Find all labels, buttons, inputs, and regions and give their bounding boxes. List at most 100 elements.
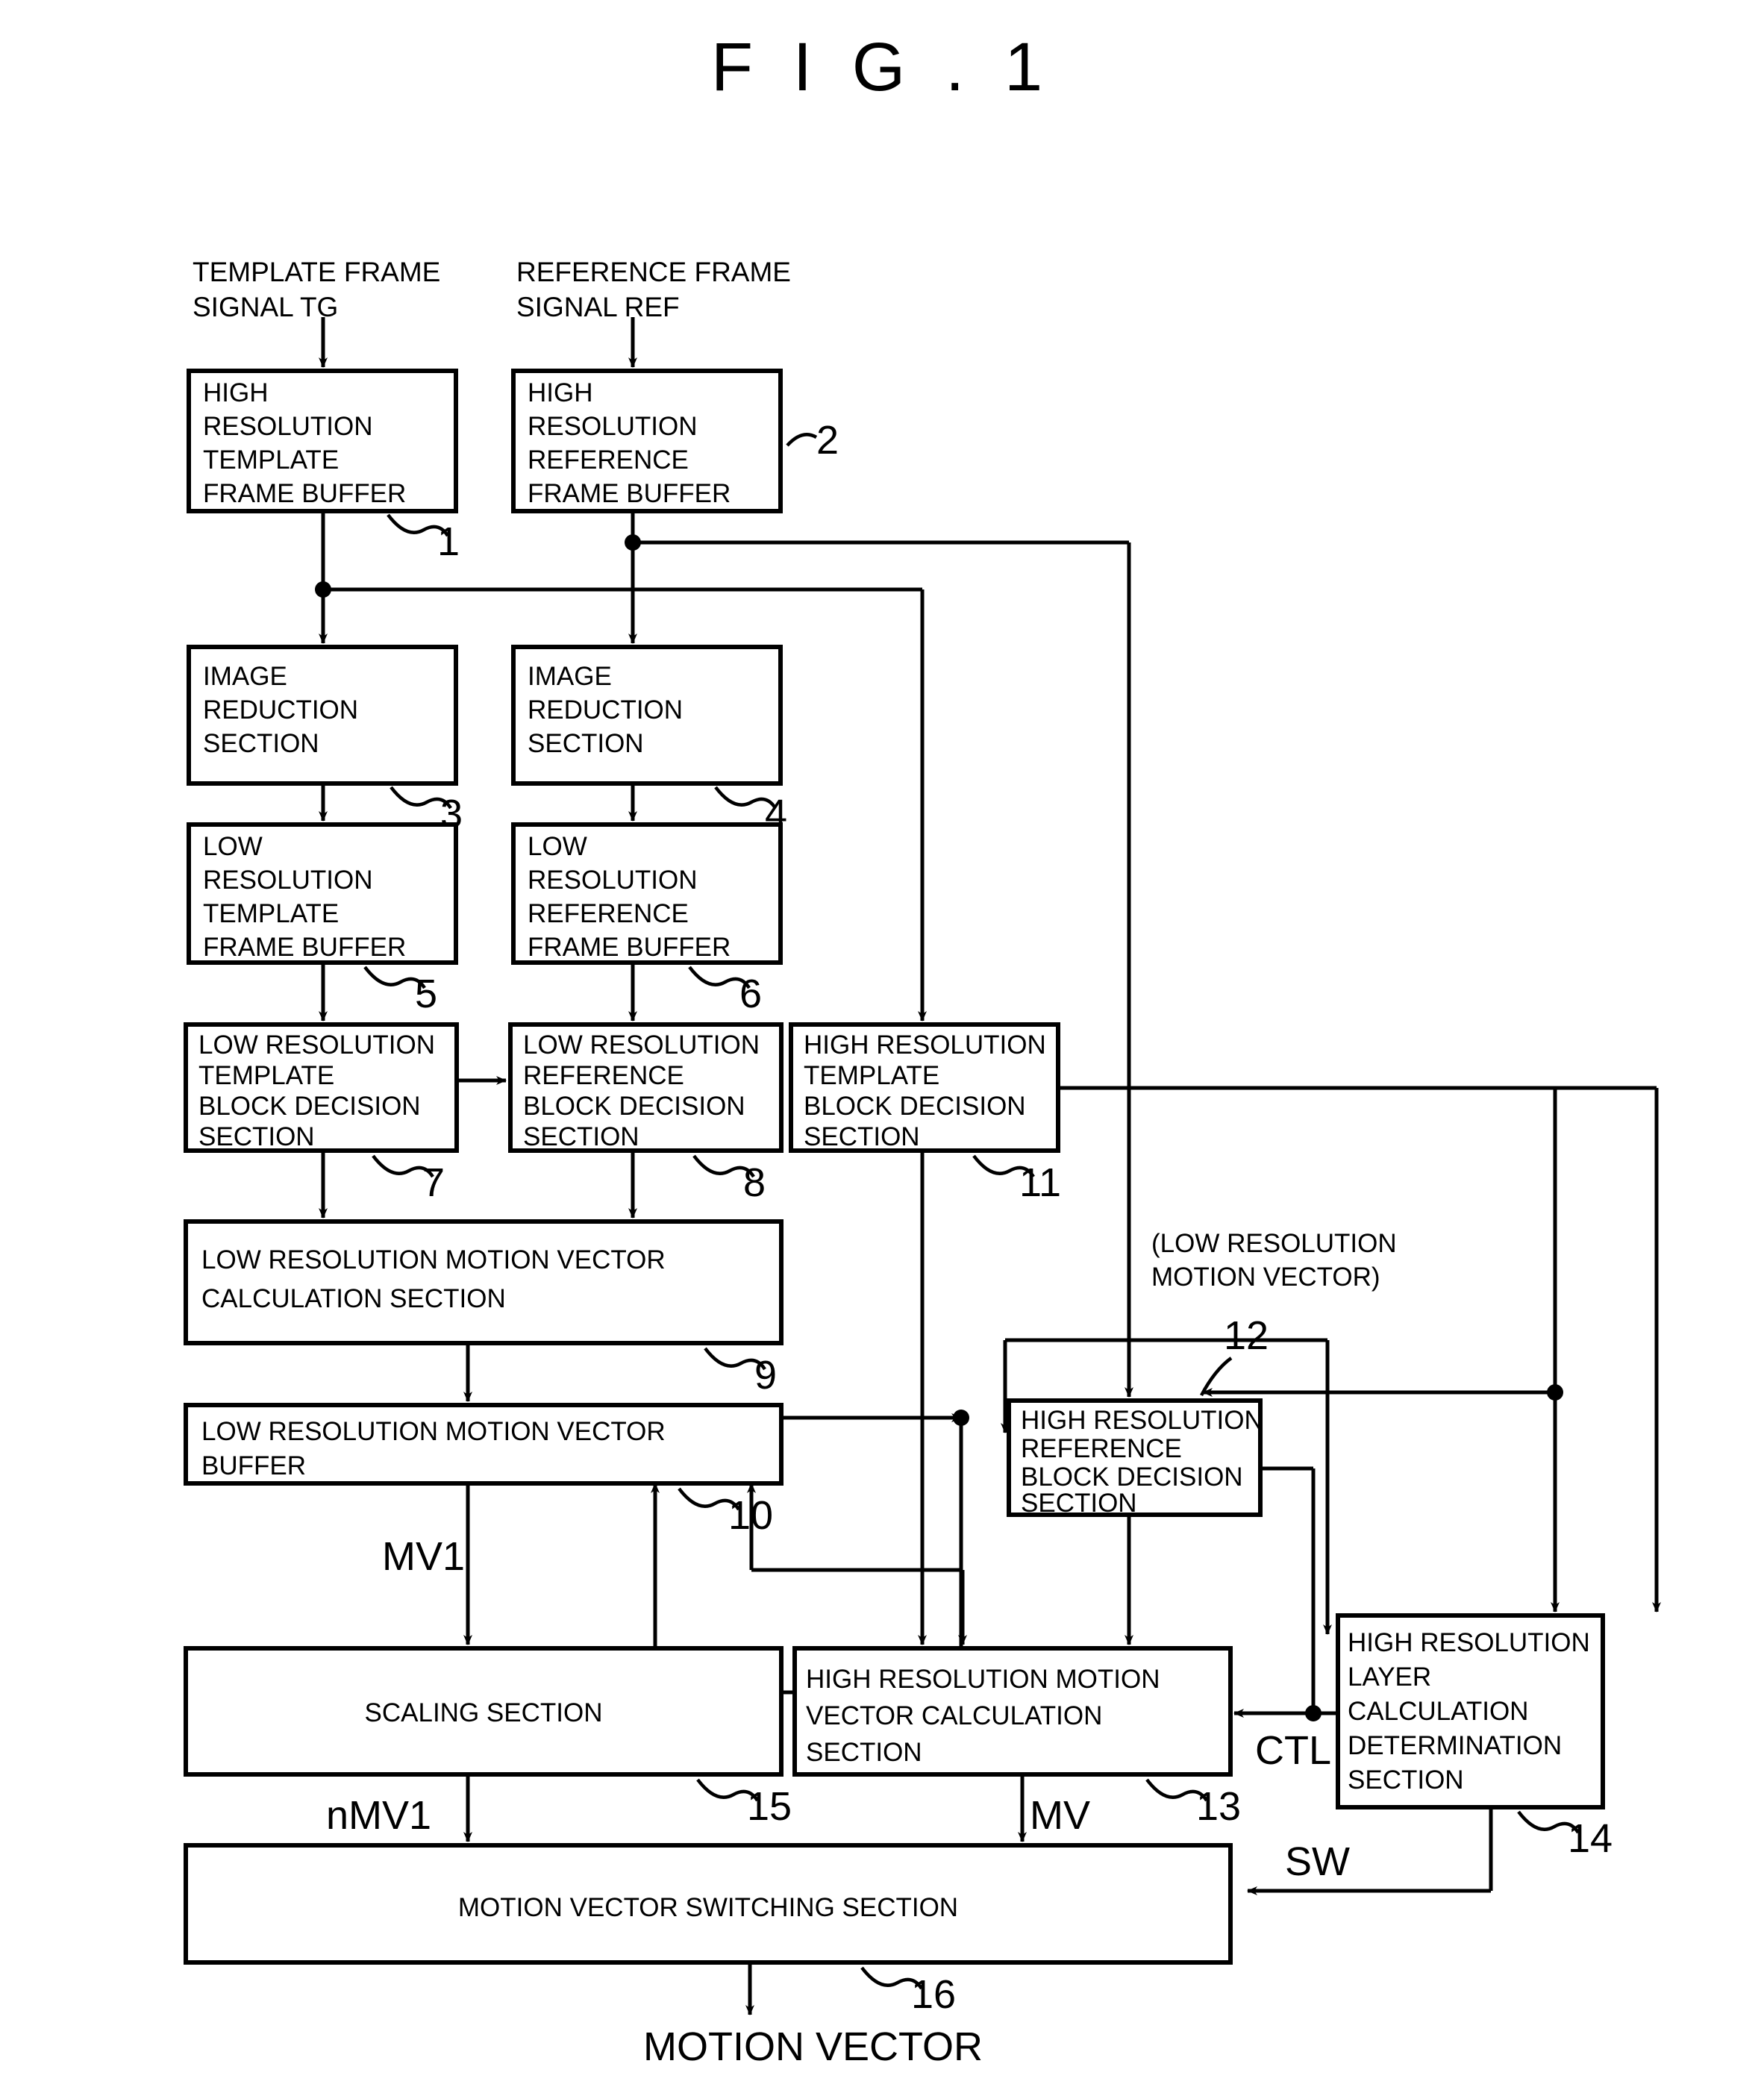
block-12-line-3: BLOCK DECISION bbox=[1021, 1463, 1243, 1492]
ref-number-15: 15 bbox=[696, 1778, 792, 1829]
input-label-tg-line1: TEMPLATE FRAME bbox=[193, 257, 440, 287]
ref-number-14-text: 14 bbox=[1568, 1816, 1613, 1861]
block-12-line-2: REFERENCE bbox=[1021, 1434, 1182, 1463]
block-1-line-2: RESOLUTION bbox=[203, 412, 373, 441]
ref-number-9-text: 9 bbox=[754, 1353, 777, 1398]
block-10-line-1: LOW RESOLUTION MOTION VECTOR bbox=[201, 1417, 666, 1446]
block-5-line-1: LOW bbox=[203, 832, 263, 861]
block-8-line-3: BLOCK DECISION bbox=[523, 1092, 745, 1121]
ref-number-1-text: 1 bbox=[437, 519, 460, 564]
block-low-resolution-motion-vector-calculation-section[interactable]: LOW RESOLUTION MOTION VECTOR CALCULATION… bbox=[184, 1219, 784, 1345]
block-low-resolution-reference-frame-buffer[interactable]: LOW RESOLUTION REFERENCE FRAME BUFFER bbox=[511, 822, 783, 965]
block-low-resolution-reference-block-decision-section[interactable]: LOW RESOLUTION REFERENCE BLOCK DECISION … bbox=[508, 1022, 784, 1153]
ref-number-15-text: 15 bbox=[747, 1784, 792, 1829]
ref-number-7-text: 7 bbox=[422, 1160, 445, 1205]
block-2-line-4: FRAME BUFFER bbox=[528, 479, 731, 508]
block-6-line-4: FRAME BUFFER bbox=[528, 933, 731, 962]
block-9-line-2: CALCULATION SECTION bbox=[201, 1284, 506, 1313]
block-low-resolution-template-frame-buffer[interactable]: LOW RESOLUTION TEMPLATE FRAME BUFFER bbox=[187, 822, 458, 965]
junction-dot-right-bus bbox=[1547, 1384, 1563, 1401]
ref-number-14: 14 bbox=[1517, 1810, 1613, 1861]
block-scaling-section[interactable]: SCALING SECTION bbox=[184, 1646, 784, 1777]
signal-label-ctl: CTL bbox=[1255, 1728, 1331, 1773]
ref-number-6: 6 bbox=[688, 966, 762, 1016]
ref-number-7: 7 bbox=[372, 1154, 445, 1205]
block-13-line-2: VECTOR CALCULATION bbox=[806, 1701, 1102, 1730]
signal-label-nmv1: nMV1 bbox=[326, 1793, 431, 1838]
block-6-line-1: LOW bbox=[528, 832, 587, 861]
ref-number-2-text: 2 bbox=[816, 418, 839, 463]
block-low-resolution-template-block-decision-section[interactable]: LOW RESOLUTION TEMPLATE BLOCK DECISION S… bbox=[184, 1022, 459, 1153]
block-7-line-1: LOW RESOLUTION bbox=[198, 1030, 435, 1060]
block-7-line-4: SECTION bbox=[198, 1122, 315, 1151]
block-12-line-4: SECTION bbox=[1021, 1489, 1137, 1518]
block-13-line-3: SECTION bbox=[806, 1738, 922, 1767]
block-14-line-1: HIGH RESOLUTION bbox=[1348, 1628, 1590, 1657]
block-2-line-3: REFERENCE bbox=[528, 445, 689, 475]
ref-number-10: 10 bbox=[678, 1487, 773, 1538]
ref-number-9: 9 bbox=[704, 1347, 777, 1398]
block-motion-vector-switching-section[interactable]: MOTION VECTOR SWITCHING SECTION bbox=[184, 1843, 1233, 1965]
signal-label-mv1: MV1 bbox=[382, 1534, 465, 1579]
block-3-line-2: REDUCTION bbox=[203, 695, 358, 725]
block-high-resolution-motion-vector-calculation-section[interactable]: HIGH RESOLUTION MOTION VECTOR CALCULATIO… bbox=[792, 1646, 1233, 1777]
block-8-line-1: LOW RESOLUTION bbox=[523, 1030, 760, 1060]
ref-number-6-text: 6 bbox=[739, 972, 762, 1016]
block-low-resolution-motion-vector-buffer[interactable]: LOW RESOLUTION MOTION VECTOR BUFFER bbox=[184, 1403, 784, 1486]
ref-number-12-text: 12 bbox=[1224, 1313, 1269, 1358]
block-6-line-2: RESOLUTION bbox=[528, 866, 698, 895]
ref-number-11-text: 11 bbox=[1019, 1160, 1061, 1205]
block-1-line-1: HIGH bbox=[203, 378, 269, 407]
ref-number-2: 2 bbox=[786, 418, 839, 463]
ref-number-5-text: 5 bbox=[415, 972, 437, 1016]
annotation-line-2: MOTION VECTOR) bbox=[1151, 1263, 1380, 1292]
block-4-line-1: IMAGE bbox=[528, 662, 612, 691]
junction-dot-b1 bbox=[315, 581, 331, 598]
block-2-line-2: RESOLUTION bbox=[528, 412, 698, 441]
signal-label-mv: MV bbox=[1030, 1793, 1090, 1838]
block-13-line-1: HIGH RESOLUTION MOTION bbox=[806, 1665, 1160, 1694]
block-11-line-2: TEMPLATE bbox=[804, 1061, 939, 1090]
block-14-line-2: LAYER bbox=[1348, 1662, 1431, 1692]
block-1-line-3: TEMPLATE bbox=[203, 445, 339, 475]
block-2-line-1: HIGH bbox=[528, 378, 593, 407]
block-5-line-2: RESOLUTION bbox=[203, 866, 373, 895]
input-label-tg-line2: SIGNAL TG bbox=[193, 292, 338, 322]
block-high-resolution-reference-frame-buffer[interactable]: HIGH RESOLUTION REFERENCE FRAME BUFFER bbox=[511, 369, 783, 513]
block-3-line-3: SECTION bbox=[203, 729, 319, 758]
block-high-resolution-reference-block-decision-section[interactable]: HIGH RESOLUTION REFERENCE BLOCK DECISION… bbox=[1007, 1398, 1263, 1518]
junction-dot-b2 bbox=[625, 534, 641, 551]
block-12-line-1: HIGH RESOLUTION bbox=[1021, 1406, 1263, 1435]
block-10-line-2: BUFFER bbox=[201, 1451, 306, 1480]
block-7-line-2: TEMPLATE bbox=[198, 1061, 334, 1090]
block-11-line-1: HIGH RESOLUTION bbox=[804, 1030, 1046, 1060]
block-5-line-4: FRAME BUFFER bbox=[203, 933, 406, 962]
ref-number-5: 5 bbox=[363, 966, 437, 1016]
input-label-ref-line1: REFERENCE FRAME bbox=[516, 257, 791, 287]
ref-number-12: 12 bbox=[1200, 1313, 1269, 1397]
block-high-resolution-layer-calculation-determination-section[interactable]: HIGH RESOLUTION LAYER CALCULATION DETERM… bbox=[1336, 1613, 1605, 1809]
ref-number-8: 8 bbox=[692, 1154, 766, 1205]
block-image-reduction-section-reference[interactable]: IMAGE REDUCTION SECTION bbox=[511, 645, 783, 786]
block-14-line-5: SECTION bbox=[1348, 1765, 1464, 1795]
output-label-motion-vector: MOTION VECTOR bbox=[643, 2024, 983, 2069]
block-14-line-4: DETERMINATION bbox=[1348, 1731, 1562, 1760]
block-diagram: HIGH RESOLUTION TEMPLATE FRAME BUFFER 1 … bbox=[184, 257, 1661, 2069]
ref-number-1: 1 bbox=[387, 513, 460, 564]
block-6-line-3: REFERENCE bbox=[528, 899, 689, 928]
block-image-reduction-section-template[interactable]: IMAGE REDUCTION SECTION bbox=[187, 645, 458, 786]
figure-page: F I G . 1 HIGH RESOLUTION TEMPLATE FRAME… bbox=[0, 0, 1764, 2099]
block-16-label: MOTION VECTOR SWITCHING SECTION bbox=[458, 1893, 958, 1922]
input-label-ref-line2: SIGNAL REF bbox=[516, 292, 680, 322]
ref-number-16: 16 bbox=[860, 1966, 956, 2017]
block-11-line-3: BLOCK DECISION bbox=[804, 1092, 1026, 1121]
block-high-resolution-template-frame-buffer[interactable]: HIGH RESOLUTION TEMPLATE FRAME BUFFER bbox=[187, 369, 458, 513]
block-high-resolution-template-block-decision-section[interactable]: HIGH RESOLUTION TEMPLATE BLOCK DECISION … bbox=[789, 1022, 1060, 1153]
annotation-low-resolution-motion-vector: (LOW RESOLUTION MOTION VECTOR) bbox=[1151, 1229, 1397, 1292]
block-1-line-4: FRAME BUFFER bbox=[203, 479, 406, 508]
annotation-line-1: (LOW RESOLUTION bbox=[1151, 1229, 1397, 1258]
block-15-label: SCALING SECTION bbox=[365, 1698, 603, 1727]
block-8-line-2: REFERENCE bbox=[523, 1061, 684, 1090]
junction-dot-ctl bbox=[1305, 1705, 1322, 1721]
ref-number-16-text: 16 bbox=[911, 1972, 956, 2017]
